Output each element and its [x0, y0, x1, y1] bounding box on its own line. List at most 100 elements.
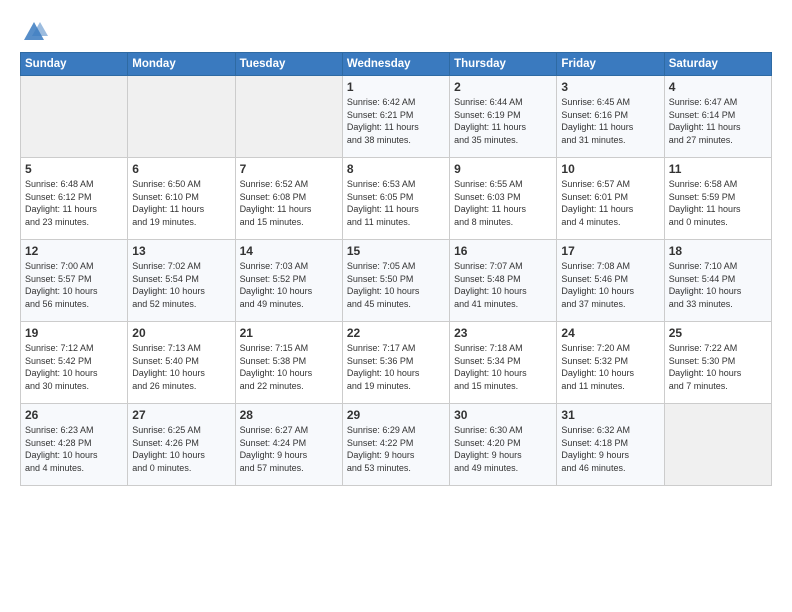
day-number: 28 [240, 408, 338, 422]
calendar-cell: 19Sunrise: 7:12 AM Sunset: 5:42 PM Dayli… [21, 322, 128, 404]
calendar-cell: 2 Sunrise: 6:44 AM Sunset: 6:19 PM Daylig… [450, 76, 557, 158]
day-info: Sunrise: 6:57 AM Sunset: 6:01 PM Dayligh… [561, 178, 659, 228]
calendar-cell [128, 76, 235, 158]
day-info: Sunrise: 6:58 AM Sunset: 5:59 PM Dayligh… [669, 178, 767, 228]
calendar-cell: 23 Sunrise: 7:18 AM Sunset: 5:34 PM Dayli… [450, 322, 557, 404]
day-number: 12 [25, 244, 123, 258]
calendar-cell [664, 404, 771, 486]
day-info: Sunrise: 6:45 AM Sunset: 6:16 PM Dayligh… [561, 96, 659, 146]
calendar-cell: 26Sunrise: 6:23 AM Sunset: 4:28 PM Dayli… [21, 404, 128, 486]
calendar-cell: 21 Sunrise: 7:15 AM Sunset: 5:38 PM Dayli… [235, 322, 342, 404]
day-info: Sunrise: 6:42 AM Sunset: 6:21 PM Dayligh… [347, 96, 445, 146]
calendar-cell: 24 Sunrise: 7:20 AM Sunset: 5:32 PM Dayli… [557, 322, 664, 404]
day-info: Sunrise: 7:22 AM Sunset: 5:30 PM Dayligh… [669, 342, 767, 392]
calendar-cell [235, 76, 342, 158]
day-number: 10 [561, 162, 659, 176]
day-info: Sunrise: 6:44 AM Sunset: 6:19 PM Dayligh… [454, 96, 552, 146]
day-info: Sunrise: 6:30 AM Sunset: 4:20 PM Dayligh… [454, 424, 552, 474]
day-info: Sunrise: 7:10 AM Sunset: 5:44 PM Dayligh… [669, 260, 767, 310]
day-number: 8 [347, 162, 445, 176]
day-number: 27 [132, 408, 230, 422]
day-number: 14 [240, 244, 338, 258]
day-number: 15 [347, 244, 445, 258]
header-day: Monday [128, 53, 235, 76]
day-info: Sunrise: 7:00 AM Sunset: 5:57 PM Dayligh… [25, 260, 123, 310]
day-info: Sunrise: 6:53 AM Sunset: 6:05 PM Dayligh… [347, 178, 445, 228]
calendar-cell: 12 Sunrise: 7:00 AM Sunset: 5:57 PM Dayli… [21, 240, 128, 322]
day-info: Sunrise: 7:13 AM Sunset: 5:40 PM Dayligh… [132, 342, 230, 392]
header-day: Thursday [450, 53, 557, 76]
calendar-cell: 17 Sunrise: 7:08 AM Sunset: 5:46 PM Dayli… [557, 240, 664, 322]
day-number: 13 [132, 244, 230, 258]
day-number: 4 [669, 80, 767, 94]
calendar-cell: 16 Sunrise: 7:07 AM Sunset: 5:48 PM Dayli… [450, 240, 557, 322]
calendar-week: 19Sunrise: 7:12 AM Sunset: 5:42 PM Dayli… [21, 322, 772, 404]
day-info: Sunrise: 7:18 AM Sunset: 5:34 PM Dayligh… [454, 342, 552, 392]
calendar-cell: 30Sunrise: 6:30 AM Sunset: 4:20 PM Dayli… [450, 404, 557, 486]
day-number: 25 [669, 326, 767, 340]
calendar-cell: 31 Sunrise: 6:32 AM Sunset: 4:18 PM Dayli… [557, 404, 664, 486]
day-number: 6 [132, 162, 230, 176]
day-number: 26 [25, 408, 123, 422]
calendar-cell: 29 Sunrise: 6:29 AM Sunset: 4:22 PM Dayli… [342, 404, 449, 486]
calendar-cell: 22Sunrise: 7:17 AM Sunset: 5:36 PM Dayli… [342, 322, 449, 404]
day-info: Sunrise: 7:03 AM Sunset: 5:52 PM Dayligh… [240, 260, 338, 310]
day-info: Sunrise: 6:29 AM Sunset: 4:22 PM Dayligh… [347, 424, 445, 474]
header-day: Sunday [21, 53, 128, 76]
header-day: Wednesday [342, 53, 449, 76]
calendar-cell: 15 Sunrise: 7:05 AM Sunset: 5:50 PM Dayli… [342, 240, 449, 322]
day-number: 21 [240, 326, 338, 340]
day-number: 29 [347, 408, 445, 422]
day-number: 22 [347, 326, 445, 340]
day-info: Sunrise: 7:05 AM Sunset: 5:50 PM Dayligh… [347, 260, 445, 310]
calendar-cell: 3 Sunrise: 6:45 AM Sunset: 6:16 PM Daylig… [557, 76, 664, 158]
calendar-cell [21, 76, 128, 158]
day-info: Sunrise: 6:52 AM Sunset: 6:08 PM Dayligh… [240, 178, 338, 228]
calendar-cell: 13 Sunrise: 7:02 AM Sunset: 5:54 PM Dayli… [128, 240, 235, 322]
day-number: 3 [561, 80, 659, 94]
day-number: 16 [454, 244, 552, 258]
day-info: Sunrise: 6:47 AM Sunset: 6:14 PM Dayligh… [669, 96, 767, 146]
calendar-cell: 5 Sunrise: 6:48 AM Sunset: 6:12 PM Daylig… [21, 158, 128, 240]
day-info: Sunrise: 7:07 AM Sunset: 5:48 PM Dayligh… [454, 260, 552, 310]
calendar-week: 1 Sunrise: 6:42 AM Sunset: 6:21 PM Daylig… [21, 76, 772, 158]
calendar-week: 12 Sunrise: 7:00 AM Sunset: 5:57 PM Dayli… [21, 240, 772, 322]
day-number: 1 [347, 80, 445, 94]
calendar-cell: 9Sunrise: 6:55 AM Sunset: 6:03 PM Daylig… [450, 158, 557, 240]
day-number: 31 [561, 408, 659, 422]
calendar-cell: 11 Sunrise: 6:58 AM Sunset: 5:59 PM Dayli… [664, 158, 771, 240]
calendar-cell: 1 Sunrise: 6:42 AM Sunset: 6:21 PM Daylig… [342, 76, 449, 158]
calendar-cell: 8 Sunrise: 6:53 AM Sunset: 6:05 PM Daylig… [342, 158, 449, 240]
calendar-cell: 10 Sunrise: 6:57 AM Sunset: 6:01 PM Dayli… [557, 158, 664, 240]
day-info: Sunrise: 6:50 AM Sunset: 6:10 PM Dayligh… [132, 178, 230, 228]
day-info: Sunrise: 6:27 AM Sunset: 4:24 PM Dayligh… [240, 424, 338, 474]
day-number: 2 [454, 80, 552, 94]
day-info: Sunrise: 6:32 AM Sunset: 4:18 PM Dayligh… [561, 424, 659, 474]
calendar-cell: 14 Sunrise: 7:03 AM Sunset: 5:52 PM Dayli… [235, 240, 342, 322]
day-number: 5 [25, 162, 123, 176]
day-info: Sunrise: 7:15 AM Sunset: 5:38 PM Dayligh… [240, 342, 338, 392]
header-day: Friday [557, 53, 664, 76]
calendar-cell: 20 Sunrise: 7:13 AM Sunset: 5:40 PM Dayli… [128, 322, 235, 404]
logo [20, 18, 52, 46]
day-number: 9 [454, 162, 552, 176]
day-number: 23 [454, 326, 552, 340]
day-info: Sunrise: 7:08 AM Sunset: 5:46 PM Dayligh… [561, 260, 659, 310]
day-number: 18 [669, 244, 767, 258]
logo-icon [20, 18, 48, 46]
calendar-week: 5 Sunrise: 6:48 AM Sunset: 6:12 PM Daylig… [21, 158, 772, 240]
calendar-cell: 25 Sunrise: 7:22 AM Sunset: 5:30 PM Dayli… [664, 322, 771, 404]
header [20, 18, 772, 46]
day-number: 11 [669, 162, 767, 176]
calendar-week: 26Sunrise: 6:23 AM Sunset: 4:28 PM Dayli… [21, 404, 772, 486]
day-number: 17 [561, 244, 659, 258]
page: SundayMondayTuesdayWednesdayThursdayFrid… [0, 0, 792, 612]
calendar-cell: 18 Sunrise: 7:10 AM Sunset: 5:44 PM Dayli… [664, 240, 771, 322]
day-number: 20 [132, 326, 230, 340]
calendar-cell: 7Sunrise: 6:52 AM Sunset: 6:08 PM Daylig… [235, 158, 342, 240]
day-info: Sunrise: 6:48 AM Sunset: 6:12 PM Dayligh… [25, 178, 123, 228]
day-info: Sunrise: 7:02 AM Sunset: 5:54 PM Dayligh… [132, 260, 230, 310]
calendar-table: SundayMondayTuesdayWednesdayThursdayFrid… [20, 52, 772, 486]
day-info: Sunrise: 7:20 AM Sunset: 5:32 PM Dayligh… [561, 342, 659, 392]
day-number: 24 [561, 326, 659, 340]
